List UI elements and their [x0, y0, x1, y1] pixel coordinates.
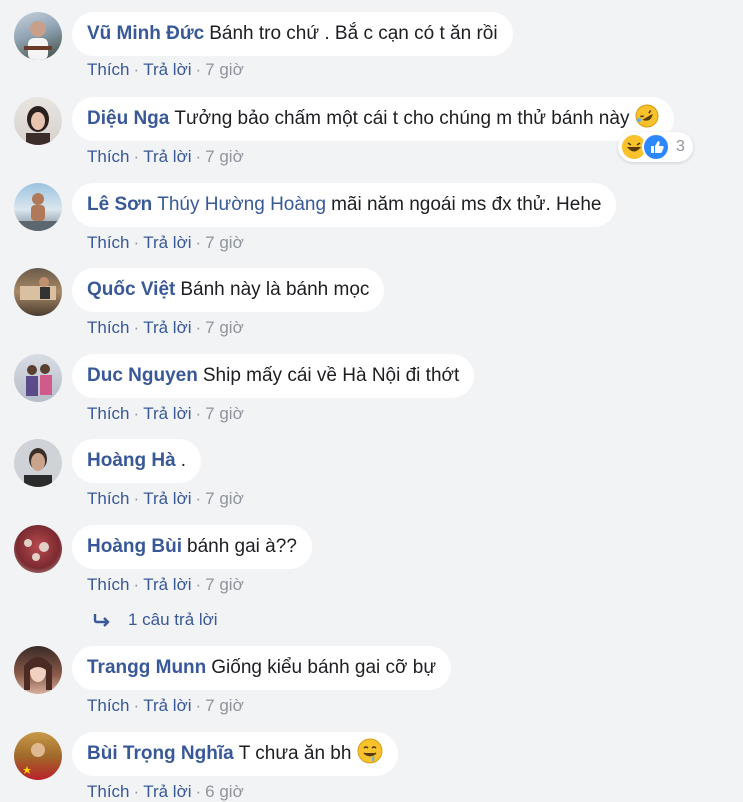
rolling-on-floor-laughing-emoji: [635, 104, 659, 134]
reply-link[interactable]: Trả lời: [143, 233, 191, 252]
comment-text: T chưa ăn bh: [238, 743, 352, 764]
drooling-face-emoji: [357, 738, 383, 770]
comment-time[interactable]: 7 giờ: [205, 575, 244, 594]
comment-bubble: Trangg Munn Giống kiểu bánh gai cỡ bự: [72, 646, 452, 690]
reply-link[interactable]: Trả lời: [143, 696, 191, 715]
avatar[interactable]: [14, 525, 62, 573]
like-link[interactable]: Thích: [87, 147, 130, 166]
avatar-photo: [24, 21, 52, 60]
comment-bubble: Lê Sơn Thúy Hường Hoàng mãi năm ngoái ms…: [72, 183, 617, 227]
comment-text: Bánh tro chứ . Bắ c cạn có t ăn rồi: [209, 23, 498, 44]
like-link[interactable]: Thích: [87, 696, 130, 715]
reply-arrow-icon: [93, 614, 110, 627]
reply-link[interactable]: Trả lời: [143, 575, 191, 594]
reply-link[interactable]: Trả lời: [143, 147, 191, 166]
comment-author[interactable]: Duc Nguyen: [87, 365, 198, 387]
comment-actions: Thích · Trả lời · 7 giờ: [87, 575, 244, 594]
like-link[interactable]: Thích: [87, 60, 130, 79]
comment-time[interactable]: 7 giờ: [205, 404, 244, 423]
comment-time[interactable]: 7 giờ: [205, 489, 244, 508]
comment-author[interactable]: Diệu Nga: [87, 108, 169, 130]
comment-author[interactable]: Hoàng Hà: [87, 450, 176, 472]
comment-time[interactable]: 7 giờ: [205, 318, 244, 337]
reply-link[interactable]: Trả lời: [143, 60, 191, 79]
comment-text: mãi năm ngoái ms đx thử. Hehe: [331, 194, 602, 215]
avatar-photo: [20, 277, 56, 300]
comment-actions: Thích · Trả lời · 7 giờ: [87, 696, 244, 715]
comment-text: Tưởng bảo chấm một cái t cho chúng m thử…: [174, 108, 630, 129]
comment-text: bánh gai à??: [187, 536, 297, 557]
comment-text: .: [180, 450, 186, 471]
avatar-photo: [14, 193, 62, 231]
comment-author[interactable]: Hoàng Bùi: [87, 536, 182, 558]
comment-actions: Thích · Trả lời · 7 giờ: [87, 233, 244, 252]
avatar[interactable]: [14, 12, 62, 60]
comment-bubble: Diệu Nga Tưởng bảo chấm một cái t cho ch…: [72, 97, 675, 141]
avatar[interactable]: [14, 268, 62, 316]
comment-bubble: Bùi Trọng Nghĩa T chưa ăn bh: [72, 732, 399, 776]
comment-actions: Thích · Trả lời · 7 giờ: [87, 318, 244, 337]
reply-link[interactable]: Trả lời: [143, 782, 191, 801]
reaction-count: 3: [676, 138, 685, 155]
reply-link[interactable]: Trả lời: [143, 489, 191, 508]
avatar-photo: [26, 364, 52, 396]
comment-bubble: Hoàng Hà .: [72, 439, 201, 483]
avatar[interactable]: [14, 439, 62, 487]
comment-time[interactable]: 7 giờ: [205, 60, 244, 79]
comment-bubble: Vũ Minh Đức Bánh tro chứ . Bắ c cạn có t…: [72, 12, 513, 56]
avatar-photo: [24, 539, 49, 561]
comment-actions: Thích · Trả lời · 7 giờ: [87, 60, 244, 79]
like-link[interactable]: Thích: [87, 489, 130, 508]
comment-author[interactable]: Quốc Việt: [87, 279, 175, 301]
like-link[interactable]: Thích: [87, 575, 130, 594]
avatar[interactable]: [14, 646, 62, 694]
replies-count-label[interactable]: 1 câu trả lời: [128, 610, 218, 630]
avatar-photo: [24, 657, 52, 690]
comment-bubble: Hoàng Bùi bánh gai à??: [72, 525, 312, 569]
reply-link[interactable]: Trả lời: [143, 404, 191, 423]
like-link[interactable]: Thích: [87, 404, 130, 423]
comment-actions: Thích · Trả lời · 6 giờ: [87, 782, 244, 801]
like-link[interactable]: Thích: [87, 318, 130, 337]
avatar-photo: [26, 106, 50, 145]
comment-time[interactable]: 7 giờ: [205, 233, 244, 252]
comment-bubble: Duc Nguyen Ship mấy cái về Hà Nội đi thớ…: [72, 354, 475, 398]
avatar[interactable]: [14, 354, 62, 402]
comment-bubble: Quốc Việt Bánh này là bánh mọc: [72, 268, 385, 312]
comment-actions: Thích · Trả lời · 7 giờ: [87, 147, 244, 166]
comment-author[interactable]: Vũ Minh Đức: [87, 23, 204, 45]
avatar-photo: [23, 743, 45, 774]
avatar[interactable]: [14, 183, 62, 231]
avatar-photo: [24, 448, 52, 487]
comment-time[interactable]: 7 giờ: [205, 696, 244, 715]
comment-text: Ship mấy cái về Hà Nội đi thớt: [202, 365, 460, 386]
like-link[interactable]: Thích: [87, 782, 130, 801]
comment-time[interactable]: 7 giờ: [205, 147, 244, 166]
comment-author[interactable]: Bùi Trọng Nghĩa: [87, 743, 234, 765]
comment-author[interactable]: Lê Sơn: [87, 194, 152, 216]
comment-time[interactable]: 6 giờ: [205, 782, 244, 801]
view-replies-link[interactable]: 1 câu trả lời: [92, 610, 218, 630]
comment-actions: Thích · Trả lời · 7 giờ: [87, 404, 244, 423]
mentioned-user-link[interactable]: Thúy Hường Hoàng: [157, 194, 326, 216]
comment-text: Bánh này là bánh mọc: [180, 279, 370, 300]
reply-link[interactable]: Trả lời: [143, 318, 191, 337]
avatar[interactable]: [14, 732, 62, 780]
like-reaction-icon: [642, 133, 670, 161]
comment-text: Giống kiểu bánh gai cỡ bự: [211, 657, 437, 678]
like-link[interactable]: Thích: [87, 233, 130, 252]
reactions-summary[interactable]: 3: [618, 132, 693, 162]
avatar[interactable]: [14, 97, 62, 145]
comment-actions: Thích · Trả lời · 7 giờ: [87, 489, 244, 508]
comment-author[interactable]: Trangg Munn: [87, 657, 206, 679]
